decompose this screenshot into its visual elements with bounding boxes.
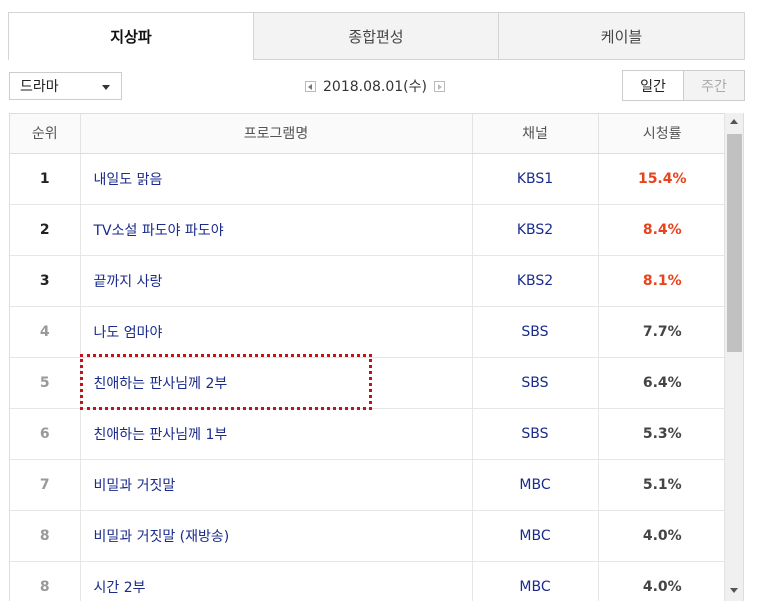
scrollbar-thumb[interactable] bbox=[727, 134, 742, 352]
channel-link[interactable]: MBC bbox=[472, 561, 599, 601]
rank-cell: 8 bbox=[10, 510, 81, 562]
header-program: 프로그램명 bbox=[80, 114, 473, 154]
rating-cell: 8.1% bbox=[598, 255, 726, 307]
channel-link[interactable]: SBS bbox=[472, 357, 599, 409]
header-rating: 시청률 bbox=[598, 114, 726, 154]
scroll-up-icon[interactable] bbox=[730, 119, 738, 124]
scroll-down-icon[interactable] bbox=[730, 588, 738, 593]
program-link[interactable]: 비밀과 거짓말 (재방송) bbox=[80, 510, 473, 562]
channel-link[interactable]: KBS2 bbox=[472, 255, 599, 307]
rating-cell: 7.7% bbox=[598, 306, 726, 358]
header-channel: 채널 bbox=[472, 114, 599, 154]
program-link[interactable]: 끝까지 사랑 bbox=[80, 255, 473, 307]
caret-down-icon bbox=[102, 85, 110, 90]
rating-cell: 15.4% bbox=[598, 153, 726, 205]
arrow-right-icon bbox=[437, 83, 442, 90]
rating-cell: 8.4% bbox=[598, 204, 726, 256]
rank-cell: 7 bbox=[10, 459, 81, 511]
rating-cell: 4.0% bbox=[598, 510, 726, 562]
header-rank: 순위 bbox=[10, 114, 81, 154]
program-link[interactable]: 친애하는 판사님께 2부 bbox=[80, 357, 473, 409]
table-header-row: 순위 프로그램명 채널 시청률 bbox=[10, 114, 726, 154]
program-link[interactable]: 비밀과 거짓말 bbox=[80, 459, 473, 511]
rank-cell: 6 bbox=[10, 408, 81, 460]
program-link[interactable]: 나도 엄마야 bbox=[80, 306, 473, 358]
broadcast-tabs: 지상파 종합편성 케이블 bbox=[8, 12, 745, 60]
table-row: 7 비밀과 거짓말 MBC 5.1% bbox=[10, 459, 726, 511]
ratings-table-container: 순위 프로그램명 채널 시청률 1 내일도 맑음 KBS1 15.4% 2 TV… bbox=[9, 113, 744, 601]
current-date: 2018.08.01(수) bbox=[323, 79, 427, 95]
table-scrollbar[interactable] bbox=[724, 113, 743, 601]
table-row: 5 친애하는 판사님께 2부 SBS 6.4% bbox=[10, 357, 726, 409]
arrow-left-icon bbox=[308, 83, 312, 90]
rank-cell: 5 bbox=[10, 357, 81, 409]
rank-cell: 2 bbox=[10, 204, 81, 256]
table-row: 8 비밀과 거짓말 (재방송) MBC 4.0% bbox=[10, 510, 726, 562]
table-row: 4 나도 엄마야 SBS 7.7% bbox=[10, 306, 726, 358]
next-date-button[interactable] bbox=[433, 80, 445, 92]
prev-date-button[interactable] bbox=[305, 80, 316, 92]
program-link[interactable]: TV소설 파도야 파도야 bbox=[80, 204, 473, 256]
rating-cell: 4.0% bbox=[598, 561, 726, 601]
genre-select-value: 드라마 bbox=[20, 79, 59, 95]
ratings-table: 순위 프로그램명 채널 시청률 1 내일도 맑음 KBS1 15.4% 2 TV… bbox=[10, 114, 726, 601]
table-row: 8 시간 2부 MBC 4.0% bbox=[10, 561, 726, 601]
rating-cell: 5.3% bbox=[598, 408, 726, 460]
rank-cell: 1 bbox=[10, 153, 81, 205]
table-row: 2 TV소설 파도야 파도야 KBS2 8.4% bbox=[10, 204, 726, 256]
genre-select[interactable]: 드라마 bbox=[9, 72, 122, 100]
channel-link[interactable]: SBS bbox=[472, 306, 599, 358]
channel-link[interactable]: KBS1 bbox=[472, 153, 599, 205]
rating-cell: 6.4% bbox=[598, 357, 726, 409]
table-row: 1 내일도 맑음 KBS1 15.4% bbox=[10, 153, 726, 205]
channel-link[interactable]: KBS2 bbox=[472, 204, 599, 256]
daily-button[interactable]: 일간 bbox=[622, 70, 684, 101]
rank-cell: 3 bbox=[10, 255, 81, 307]
date-navigation: 2018.08.01(수) bbox=[298, 76, 452, 96]
channel-link[interactable]: MBC bbox=[472, 510, 599, 562]
period-toggle: 일간 주간 bbox=[622, 70, 745, 101]
tab-terrestrial[interactable]: 지상파 bbox=[8, 12, 254, 60]
active-tab-gap bbox=[9, 59, 253, 60]
program-link[interactable]: 내일도 맑음 bbox=[80, 153, 473, 205]
tab-cable[interactable]: 케이블 bbox=[499, 12, 745, 60]
rank-cell: 4 bbox=[10, 306, 81, 358]
table-row: 6 친애하는 판사님께 1부 SBS 5.3% bbox=[10, 408, 726, 460]
channel-link[interactable]: SBS bbox=[472, 408, 599, 460]
table-row: 3 끝까지 사랑 KBS2 8.1% bbox=[10, 255, 726, 307]
program-link[interactable]: 친애하는 판사님께 1부 bbox=[80, 408, 473, 460]
program-link[interactable]: 시간 2부 bbox=[80, 561, 473, 601]
rank-cell: 8 bbox=[10, 561, 81, 601]
weekly-button[interactable]: 주간 bbox=[684, 70, 745, 101]
tab-general-programming[interactable]: 종합편성 bbox=[254, 12, 499, 60]
rating-cell: 5.1% bbox=[598, 459, 726, 511]
channel-link[interactable]: MBC bbox=[472, 459, 599, 511]
